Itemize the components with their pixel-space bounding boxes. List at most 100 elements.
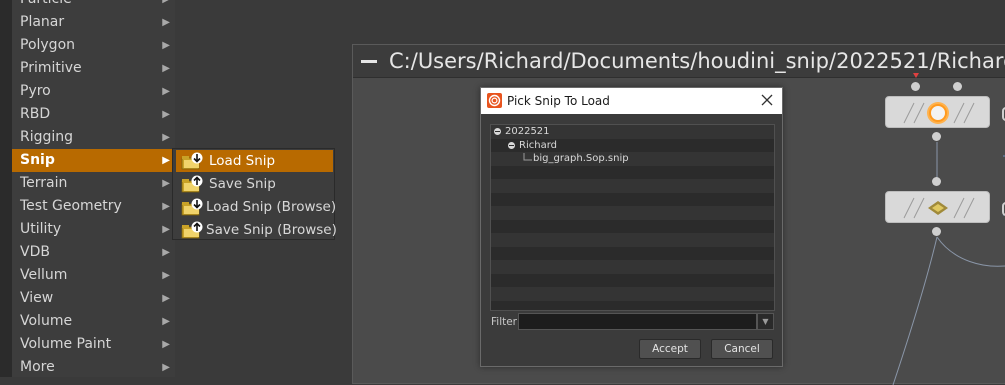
submenu-arrow-icon: ▶ bbox=[162, 201, 170, 212]
tree-node-label[interactable]: Richard bbox=[519, 139, 557, 152]
submenu-item-label: Save Snip (Browse) bbox=[206, 222, 337, 238]
accept-button[interactable]: Accept bbox=[639, 339, 701, 359]
menu-item-label: Polygon bbox=[20, 37, 76, 53]
submenu-item-load-snip-browse[interactable]: Load Snip (Browse) bbox=[176, 196, 337, 218]
submenu-item-label: Load Snip bbox=[209, 153, 276, 169]
tree-row[interactable] bbox=[491, 206, 774, 220]
menu-item-utility[interactable]: Utility ▶ bbox=[12, 218, 175, 241]
tree-row[interactable] bbox=[491, 179, 774, 193]
node-hatch-icon bbox=[903, 197, 975, 219]
menu-item-rigging[interactable]: Rigging ▶ bbox=[12, 126, 175, 149]
sop-node[interactable] bbox=[885, 96, 990, 128]
tree-row[interactable] bbox=[491, 287, 774, 301]
node-hatch-icon bbox=[903, 102, 975, 124]
node-output-connector[interactable] bbox=[932, 227, 941, 236]
submenu-arrow-icon: ▶ bbox=[162, 178, 170, 189]
submenu-item-save-snip[interactable]: Save Snip bbox=[176, 173, 333, 195]
menu-item-primitive[interactable]: Primitive ▶ bbox=[12, 57, 175, 80]
menu-item-label: VDB bbox=[20, 244, 50, 260]
menu-item-rbd[interactable]: RBD ▶ bbox=[12, 103, 175, 126]
submenu-arrow-icon: ▶ bbox=[162, 86, 170, 97]
menu-item-label: Vellum bbox=[20, 267, 68, 283]
cancel-button[interactable]: Cancel bbox=[711, 339, 773, 359]
submenu-arrow-icon: ▶ bbox=[162, 40, 170, 51]
submenu-arrow-icon: ▶ bbox=[162, 247, 170, 258]
node-input-connector[interactable] bbox=[932, 177, 941, 186]
folder-save-icon bbox=[181, 221, 203, 239]
dialog-title: Pick Snip To Load bbox=[507, 94, 610, 108]
menu-item-snip[interactable]: Snip ▶ bbox=[12, 149, 175, 172]
menu-item-particle[interactable]: Particle ▶ bbox=[12, 0, 175, 11]
menu-item-label: Pyro bbox=[20, 83, 51, 99]
tree-row[interactable] bbox=[491, 300, 774, 310]
tree-row[interactable] bbox=[491, 192, 774, 206]
submenu-arrow-icon: ▶ bbox=[162, 0, 170, 11]
houdini-logo-icon bbox=[487, 93, 502, 108]
menu-item-polygon[interactable]: Polygon ▶ bbox=[12, 34, 175, 57]
submenu-item-save-snip-browse[interactable]: Save Snip (Browse) bbox=[176, 219, 337, 241]
tree-row[interactable] bbox=[491, 233, 774, 247]
tab-menu: Particle▶Planar▶Polygon▶Primitive▶Pyro▶R… bbox=[0, 0, 175, 377]
node-input-connector[interactable] bbox=[911, 82, 920, 91]
menu-item-label: RBD bbox=[20, 106, 51, 122]
tree-node-label[interactable]: 2022521 bbox=[505, 125, 550, 138]
menu-item-vdb[interactable]: VDB ▶ bbox=[12, 241, 175, 264]
pick-snip-dialog: Pick Snip To Load 2022521 Richard big_grap… bbox=[480, 87, 783, 367]
close-icon[interactable] bbox=[760, 93, 774, 107]
menu-item-label: Volume bbox=[20, 313, 73, 329]
submenu-arrow-icon: ▶ bbox=[162, 316, 170, 327]
menu-item-label: Particle bbox=[20, 0, 72, 11]
filter-label: Filter bbox=[491, 316, 518, 328]
folder-load-icon bbox=[181, 198, 203, 216]
tree-node-label[interactable]: big_graph.Sop.snip bbox=[533, 152, 629, 165]
menu-item-label: Terrain bbox=[20, 175, 68, 191]
snip-submenu: Load Snip Save Snip Load Snip (Browse) Save… bbox=[172, 148, 337, 241]
submenu-item-label: Save Snip bbox=[209, 176, 276, 192]
filter-input[interactable] bbox=[518, 313, 757, 330]
submenu-arrow-icon: ▶ bbox=[162, 224, 170, 235]
menu-item-label: Primitive bbox=[20, 60, 82, 76]
submenu-arrow-icon: ▶ bbox=[162, 270, 170, 281]
menu-item-test-geometry[interactable]: Test Geometry ▶ bbox=[12, 195, 175, 218]
submenu-arrow-icon: ▶ bbox=[162, 63, 170, 74]
dialog-titlebar: Pick Snip To Load bbox=[481, 88, 782, 114]
tree-row[interactable] bbox=[491, 246, 774, 260]
menu-item-vellum[interactable]: Vellum ▶ bbox=[12, 264, 175, 287]
tree-row[interactable] bbox=[491, 273, 774, 287]
menu-item-view[interactable]: View ▶ bbox=[12, 287, 175, 310]
menu-item-volume-paint[interactable]: Volume Paint ▶ bbox=[12, 333, 175, 356]
submenu-arrow-icon: ▶ bbox=[162, 339, 170, 350]
sop-node[interactable] bbox=[885, 191, 990, 223]
menu-item-terrain[interactable]: Terrain ▶ bbox=[12, 172, 175, 195]
tree-branch-line-icon bbox=[523, 153, 532, 161]
tree-row[interactable] bbox=[491, 219, 774, 233]
submenu-arrow-icon: ▶ bbox=[162, 362, 170, 373]
folder-save-icon bbox=[181, 175, 203, 193]
tree-collapse-icon[interactable] bbox=[508, 141, 515, 149]
menu-item-label: Planar bbox=[20, 14, 65, 30]
submenu-item-label: Load Snip (Browse) bbox=[206, 199, 337, 215]
tree-row[interactable] bbox=[491, 165, 774, 179]
submenu-arrow-icon: ▶ bbox=[162, 17, 170, 28]
snip-tree[interactable]: 2022521 Richard big_graph.Sop.snip bbox=[490, 124, 775, 311]
menu-item-label: Test Geometry bbox=[20, 198, 122, 214]
submenu-item-load-snip[interactable]: Load Snip bbox=[176, 150, 333, 172]
menu-item-label: Snip bbox=[20, 152, 55, 168]
menu-item-more[interactable]: More ▶ bbox=[12, 356, 175, 379]
submenu-arrow-icon: ▶ bbox=[162, 109, 170, 120]
menu-item-label: Utility bbox=[20, 221, 62, 237]
filter-dropdown-icon[interactable]: ▼ bbox=[757, 313, 774, 330]
menu-item-label: View bbox=[20, 290, 54, 306]
tree-row[interactable] bbox=[491, 260, 774, 274]
submenu-arrow-icon: ▶ bbox=[162, 132, 170, 143]
submenu-arrow-icon: ▶ bbox=[162, 293, 170, 304]
menu-item-volume[interactable]: Volume ▶ bbox=[12, 310, 175, 333]
node-input-connector[interactable] bbox=[953, 82, 962, 91]
tree-collapse-icon[interactable] bbox=[494, 128, 501, 135]
menu-item-pyro[interactable]: Pyro ▶ bbox=[12, 80, 175, 103]
node-output-connector[interactable] bbox=[932, 132, 941, 141]
submenu-arrow-icon: ▶ bbox=[162, 155, 170, 166]
menu-item-label: Volume Paint bbox=[20, 336, 112, 352]
menu-item-label: Rigging bbox=[20, 129, 74, 145]
menu-item-planar[interactable]: Planar ▶ bbox=[12, 11, 175, 34]
